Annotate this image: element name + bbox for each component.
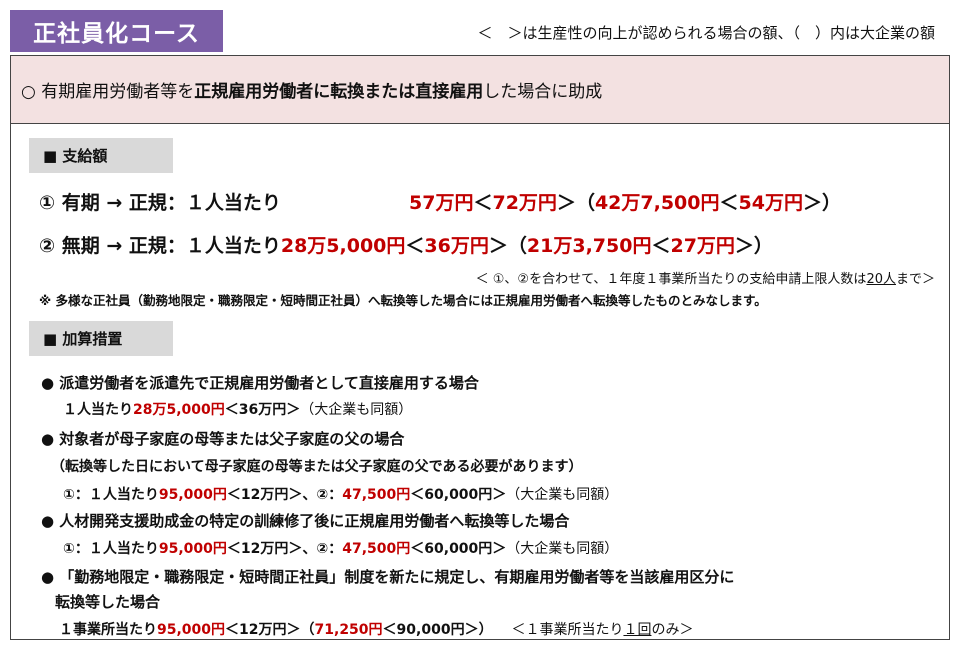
intro-suffix: した場合に助成 <box>483 82 603 102</box>
addition-item-2-amount: ①：１人当たり95,000円＜12万円＞、②：47,500円＜60,000円＞（… <box>63 487 619 503</box>
addition-item-4-amount: １事業所当たり95,000円＜12万円＞（71,250円＜90,000円＞） ＜… <box>59 622 694 638</box>
addition-item-4-title: ● 「勤務地限定・職務限定・短時間正社員」制度を新たに規定し、有期雇用労働者等を… <box>41 568 735 586</box>
intro-banner: ○ 有期雇用労働者等を 正規雇用労働者に転換または直接雇用 した場合に助成 <box>11 56 949 124</box>
addition-item-3-title: ● 人材開発支援助成金の特定の訓練修了後に正規雇用労働者へ転換等した場合 <box>41 512 570 530</box>
payment-row-2: ② 無期 → 正規：１人当たり28万5,000円＜36万円＞（21万3,750円… <box>39 235 773 257</box>
payment-row-1: ① 有期 → 正規：１人当たり 57万円＜72万円＞（42万7,500円＜54万円… <box>39 192 841 214</box>
addition-item-4-title-cont: 転換等した場合 <box>55 593 161 611</box>
addition-item-1-title: ● 派遣労働者を派遣先で正規雇用労働者として直接雇用する場合 <box>41 374 479 392</box>
footnote: ※ 多様な正社員（勤務地限定・職務限定・短時間正社員）へ転換等した場合には正規雇… <box>39 293 767 308</box>
addition-item-2-title: ● 対象者が母子家庭の母等または父子家庭の父の場合 <box>41 430 405 448</box>
course-title: 正社員化コース <box>10 10 223 52</box>
amount-legend-note: ＜ ＞は生産性の向上が認められる場合の額、（ ）内は大企業の額 <box>477 24 935 42</box>
limit-note: ＜ ①、②を合わせて、１年度１事業所当たりの支給申請上限人数は20人まで＞ <box>475 272 935 287</box>
payment-heading: ■ 支給額 <box>29 138 173 173</box>
addition-item-1-amount: １人当たり28万5,000円＜36万円＞（大企業も同額） <box>63 402 413 418</box>
intro-bold: 正規雇用労働者に転換または直接雇用 <box>194 82 484 102</box>
addition-item-3-amount: ①：１人当たり95,000円＜12万円＞、②：47,500円＜60,000円＞（… <box>63 541 619 557</box>
addition-heading: ■ 加算措置 <box>29 321 173 356</box>
addition-item-2-note: （転換等した日において母子家庭の母等または父子家庭の父である必要があります） <box>51 459 583 475</box>
course-box: ○ 有期雇用労働者等を 正規雇用労働者に転換または直接雇用 した場合に助成 ■ 支給… <box>10 55 950 640</box>
intro-prefix: ○ 有期雇用労働者等を <box>21 82 195 102</box>
